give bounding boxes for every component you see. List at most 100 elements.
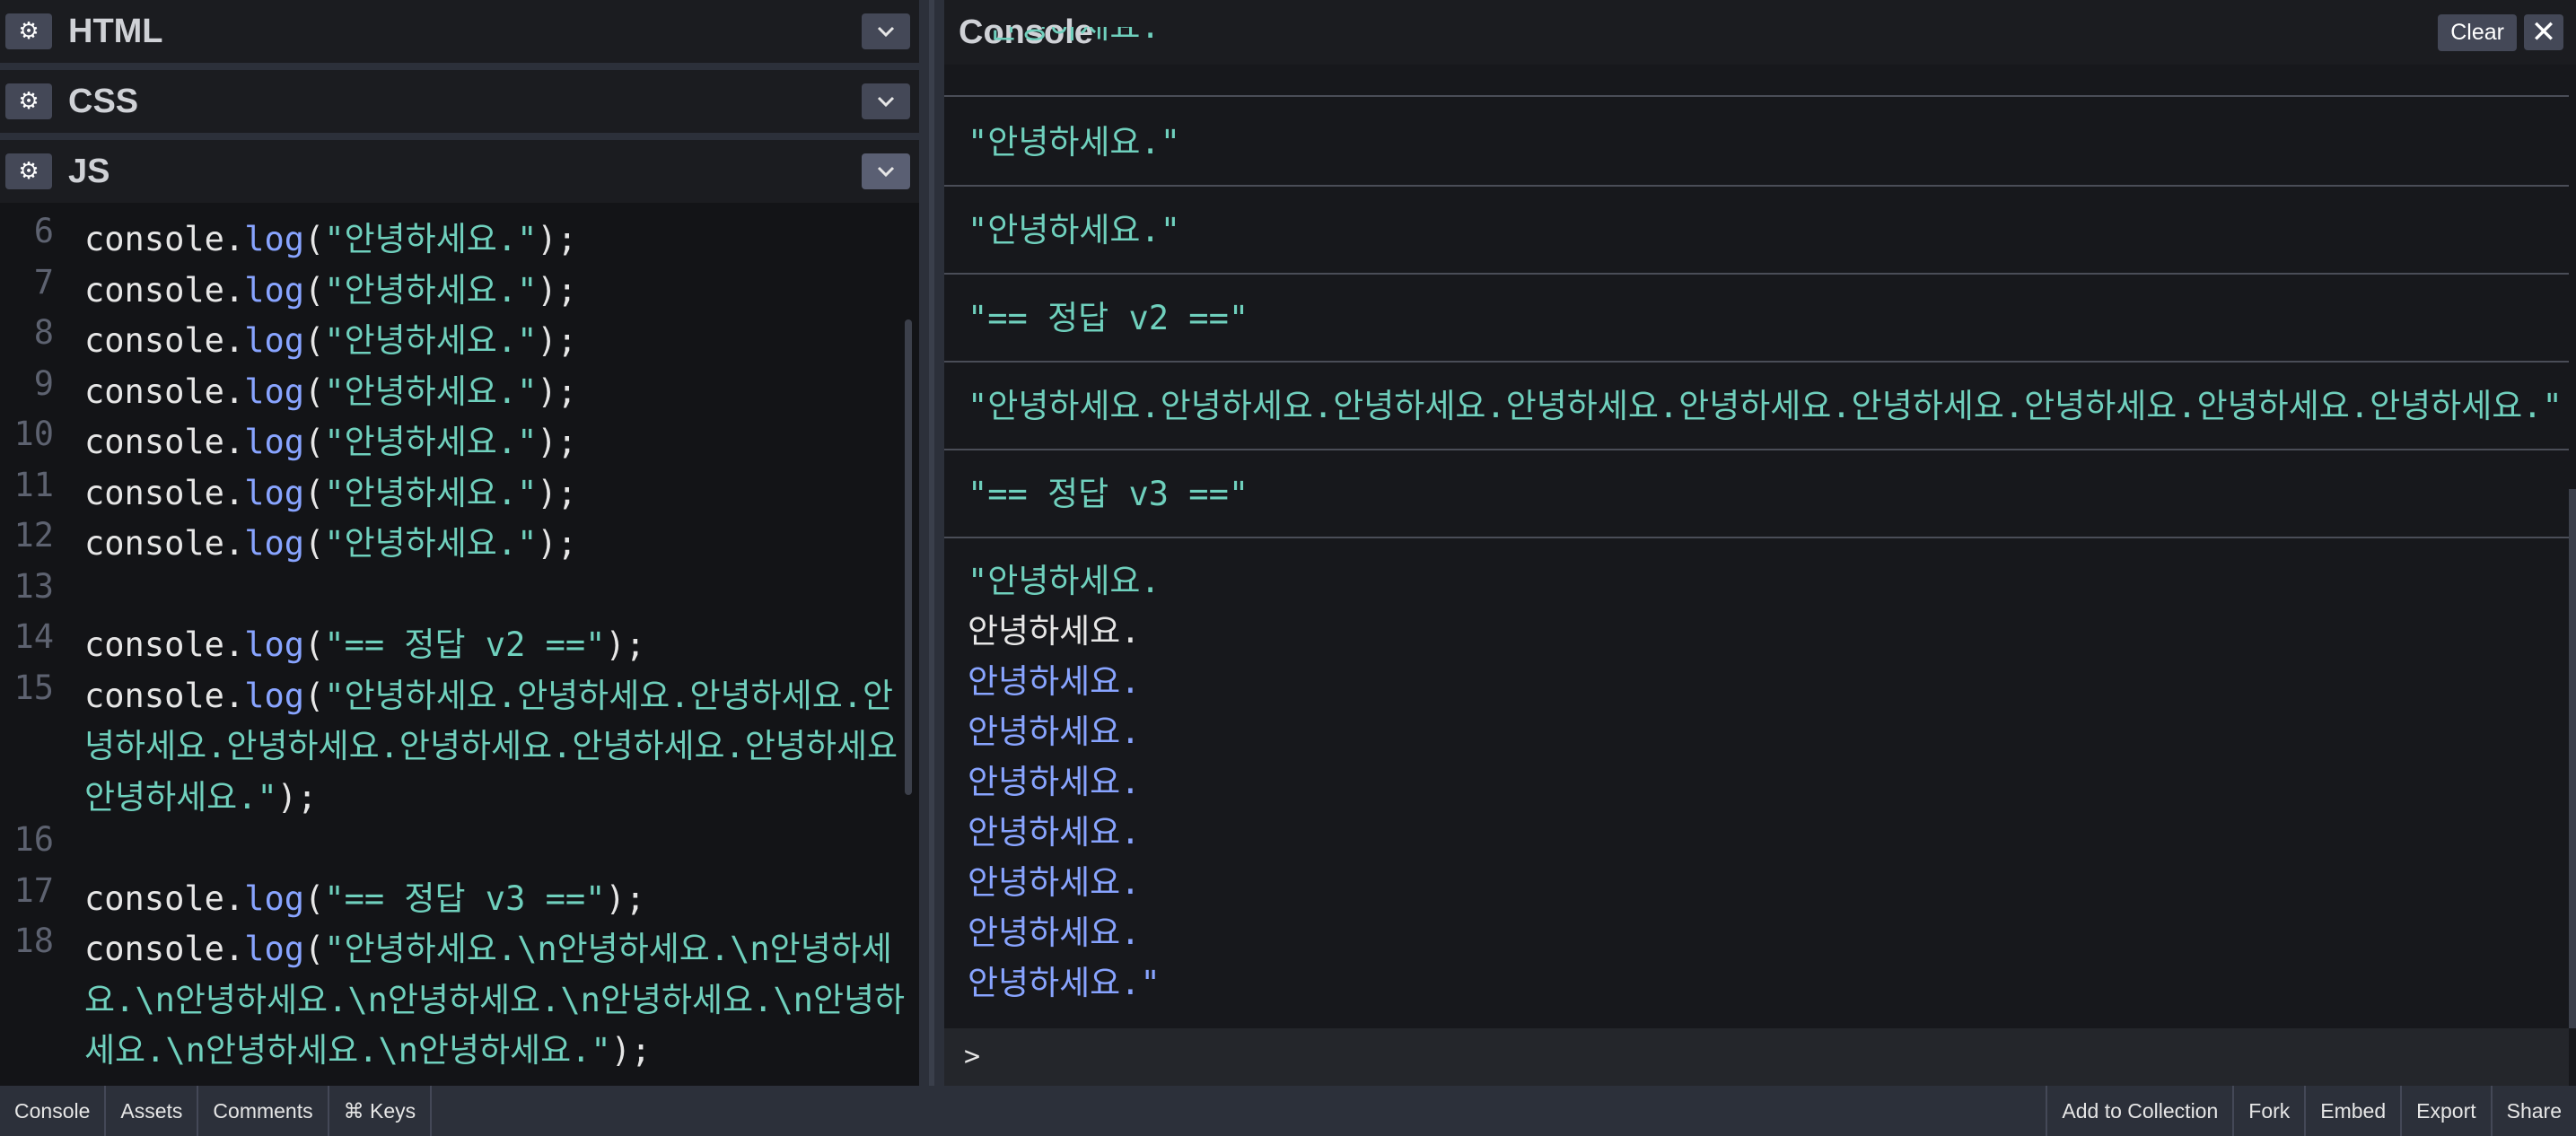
- code-line[interactable]: console.log("안녕하세요.");: [84, 364, 892, 413]
- code-line[interactable]: console.log("== 정답 v3 ==");: [84, 871, 892, 920]
- code-string: "안녕하세요.\n안녕하세요.\n안녕하세: [324, 930, 892, 968]
- code-line[interactable]: console.log("안녕하세요.");: [84, 415, 892, 463]
- code-line[interactable]: console.log("안녕하세요.");: [84, 313, 892, 362]
- code-paren: (: [304, 625, 325, 664]
- console-log-line: 안녕하세요.: [968, 863, 1141, 902]
- code-line[interactable]: console.log("안녕하세요.");: [84, 263, 892, 311]
- code-line[interactable]: console.log("안녕하세요.안녕하세요.안녕하세요.안: [84, 668, 893, 717]
- panel-divider[interactable]: [0, 63, 919, 70]
- footer-comments-button[interactable]: Comments: [198, 1086, 329, 1136]
- code-dot: .: [223, 423, 245, 461]
- code-object: console: [84, 321, 224, 360]
- code-string: "안녕하세요.": [324, 473, 538, 512]
- code-function: log: [244, 423, 305, 461]
- code-paren: (: [304, 321, 325, 360]
- code-function: log: [244, 371, 305, 411]
- code-paren: (: [304, 371, 325, 411]
- pane-resize-handle[interactable]: [919, 0, 944, 1086]
- panel-divider[interactable]: [0, 133, 919, 140]
- console-log-line: 안녕하세요.": [968, 964, 1161, 1002]
- code-function: log: [244, 625, 305, 664]
- code-line-wrap[interactable]: 세요.\n안녕하세요.\n안녕하세요.");: [84, 1023, 892, 1071]
- footer-share-button[interactable]: Share: [2490, 1086, 2576, 1136]
- code-dot: .: [223, 524, 245, 563]
- code-paren: (: [304, 930, 325, 968]
- footer-assets-button[interactable]: Assets: [106, 1086, 199, 1136]
- console-log-entry: "안녕하세요.": [944, 99, 2569, 187]
- code-line-wrap[interactable]: 녕하세요.안녕하세요.안녕하세요.안녕하세요.안녕하세요.: [84, 719, 917, 767]
- code-string: "안녕하세요.": [324, 423, 538, 461]
- footer-fork-button[interactable]: Fork: [2232, 1086, 2304, 1136]
- line-number: 16: [13, 820, 54, 859]
- code-object: console: [84, 524, 224, 563]
- console-scrollbar[interactable]: [2569, 489, 2576, 1028]
- console-log-line: 안녕하세요.: [968, 813, 1141, 852]
- footer-export-button[interactable]: Export: [2400, 1086, 2490, 1136]
- html-panel-title: HTML: [68, 12, 163, 50]
- footer-embed-button[interactable]: Embed: [2304, 1086, 2400, 1136]
- footer-addtocollection-button[interactable]: Add to Collection: [2046, 1086, 2232, 1136]
- code-paren: );: [610, 1031, 652, 1070]
- code-string: "안녕하세요.": [324, 321, 538, 360]
- code-function: log: [244, 270, 305, 310]
- line-number: 9: [33, 363, 54, 403]
- editor-scrollbar[interactable]: [905, 319, 912, 795]
- code-string: 요.\n안녕하세요.\n안녕하세요.\n안녕하세요.\n안녕하: [84, 980, 906, 1019]
- console-log-line: 안녕하세요.: [968, 763, 1141, 801]
- footer-keys-button[interactable]: ⌘ Keys: [329, 1086, 433, 1136]
- code-object: console: [84, 473, 224, 512]
- code-paren: );: [537, 220, 577, 258]
- chevron-down-icon[interactable]: [862, 83, 910, 119]
- code-object: console: [84, 676, 224, 715]
- code-paren: );: [537, 371, 577, 411]
- code-paren: (: [304, 676, 325, 715]
- code-paren: );: [537, 473, 577, 512]
- console-log-line: 안녕하세요.: [968, 662, 1141, 701]
- console-log-entry: "== 정답 v2 ==": [944, 275, 2569, 363]
- line-number: 7: [33, 262, 54, 301]
- css-panel-title: CSS: [68, 82, 139, 120]
- console-log-line: 안녕하세요.: [968, 612, 1141, 651]
- code-paren: );: [537, 270, 577, 310]
- footer-bar: Console Assets Comments ⌘ Keys Add to Collec…: [0, 1086, 2576, 1136]
- js-code-editor[interactable]: console6console.log("안녕하세요.");7console.l…: [0, 203, 919, 1086]
- code-object: console: [84, 878, 224, 918]
- code-dot: .: [223, 473, 245, 512]
- css-panel-header[interactable]: ⚙ CSS: [0, 70, 919, 133]
- gear-icon[interactable]: ⚙: [5, 153, 52, 189]
- footer-console-button[interactable]: Console: [0, 1086, 107, 1136]
- html-panel-header[interactable]: ⚙ HTML: [0, 0, 919, 63]
- js-panel-header[interactable]: ⚙ JS: [0, 140, 919, 203]
- code-paren: );: [276, 777, 318, 817]
- code-paren: (: [304, 423, 325, 461]
- code-string: "안녕하세요.": [324, 270, 538, 310]
- console-log-line: 안녕하세요.: [968, 712, 1141, 751]
- code-function: log: [244, 930, 305, 968]
- code-object: console: [84, 220, 224, 258]
- code-line[interactable]: console.log("안녕하세요.");: [84, 212, 892, 260]
- code-line-wrap[interactable]: 안녕하세요.");: [84, 770, 892, 818]
- code-line[interactable]: console.log("== 정답 v2 ==");: [84, 617, 892, 666]
- code-function: log: [244, 473, 305, 512]
- console-input[interactable]: >: [944, 1028, 2569, 1086]
- gear-icon[interactable]: ⚙: [5, 13, 52, 49]
- console-log-entry: "== 정답 v3 ==": [944, 450, 2569, 538]
- code-paren: (: [304, 220, 325, 258]
- code-function: log: [244, 524, 305, 563]
- code-function: log: [244, 878, 305, 918]
- code-function: log: [244, 676, 305, 715]
- console-log-entry: "안녕하세요.": [944, 187, 2569, 275]
- code-line[interactable]: console.log("안녕하세요.\n안녕하세요.\n안녕하세: [84, 922, 892, 970]
- code-line-wrap[interactable]: 요.\n안녕하세요.\n안녕하세요.\n안녕하세요.\n안녕하: [84, 973, 905, 1021]
- code-line[interactable]: console.log("안녕하세요.");: [84, 466, 892, 514]
- chevron-down-icon[interactable]: [862, 13, 910, 49]
- code-function: log: [244, 220, 305, 258]
- code-string: 안녕하세요.": [84, 777, 277, 817]
- code-string: "안녕하세요.": [324, 524, 538, 563]
- chevron-down-icon[interactable]: [862, 153, 910, 189]
- code-line[interactable]: console.log("안녕하세요.");: [84, 516, 892, 564]
- gear-icon[interactable]: ⚙: [5, 83, 52, 119]
- code-object: console: [84, 625, 224, 664]
- console-log-line: 안녕하세요.: [968, 913, 1141, 952]
- code-string: "안녕하세요.": [324, 371, 538, 411]
